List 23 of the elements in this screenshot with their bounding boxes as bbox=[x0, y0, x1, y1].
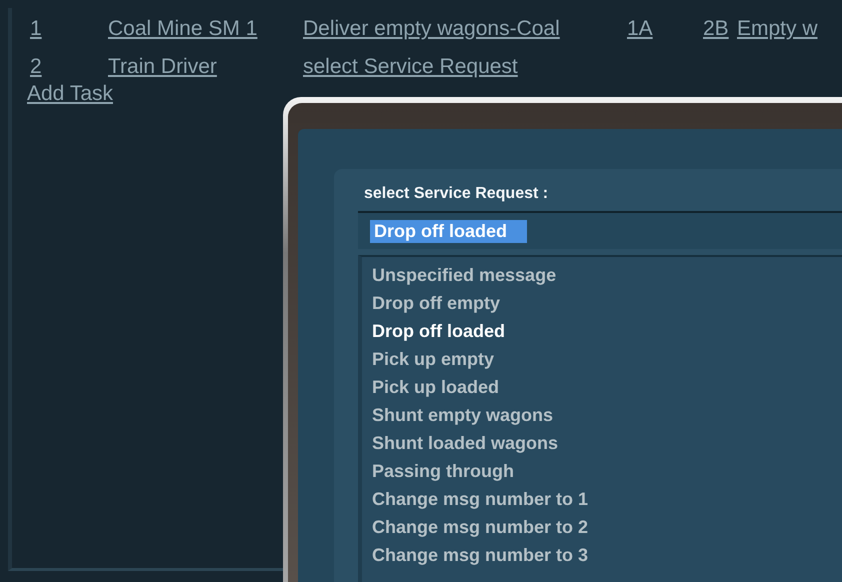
option-item[interactable]: Unspecified message bbox=[372, 261, 842, 289]
option-item[interactable]: Drop off loaded bbox=[372, 317, 842, 345]
task-number-link[interactable]: 2 bbox=[30, 55, 108, 79]
option-item[interactable]: Change msg number to 2 bbox=[372, 513, 842, 541]
task-link[interactable]: 2B bbox=[703, 17, 737, 41]
option-item[interactable]: Pick up empty bbox=[372, 345, 842, 373]
option-item[interactable]: Change msg number to 1 bbox=[372, 485, 842, 513]
task-link[interactable]: 1A bbox=[627, 17, 703, 41]
option-item[interactable]: Shunt loaded wagons bbox=[372, 429, 842, 457]
task-link[interactable]: Train Driver bbox=[108, 55, 303, 79]
select-field[interactable]: Drop off loaded bbox=[358, 211, 842, 249]
option-item[interactable]: Shunt empty wagons bbox=[372, 401, 842, 429]
dialog-label: select Service Request : bbox=[364, 185, 548, 203]
task-link[interactable]: Deliver empty wagons-Coal bbox=[303, 17, 627, 41]
task-link[interactable]: Empty w bbox=[737, 17, 842, 41]
option-item[interactable]: Passing through bbox=[372, 457, 842, 485]
add-task-link[interactable]: Add Task bbox=[27, 82, 113, 106]
task-number-link[interactable]: 1 bbox=[30, 17, 108, 41]
task-link[interactable]: Coal Mine SM 1 bbox=[108, 17, 303, 41]
task-link[interactable]: select Service Request bbox=[303, 55, 627, 79]
option-item[interactable]: Pick up loaded bbox=[372, 373, 842, 401]
option-item[interactable]: Drop off empty bbox=[372, 289, 842, 317]
option-item[interactable]: Change msg number to 3 bbox=[372, 541, 842, 569]
